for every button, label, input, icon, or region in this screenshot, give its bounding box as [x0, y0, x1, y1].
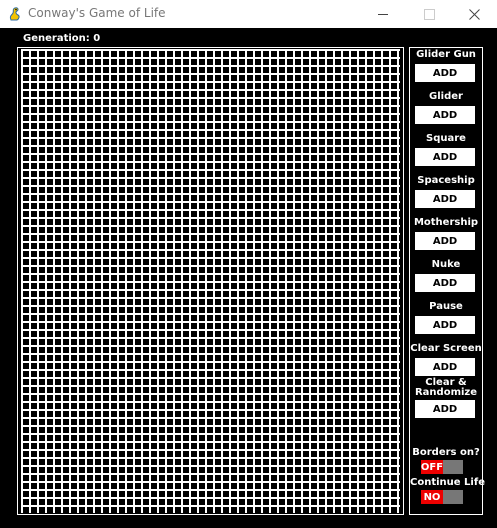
continue-life-toggle[interactable]: NO [421, 490, 463, 504]
borders-toggle[interactable]: OFF [421, 460, 463, 474]
glider-label: Glider [429, 91, 463, 102]
mothership-label: Mothership [413, 217, 479, 228]
grid-frame [17, 47, 404, 515]
control-panel: Glider Gun ADD Glider ADD Square ADD Spa… [409, 47, 485, 515]
add-square-button[interactable]: ADD [415, 148, 475, 166]
add-glider-gun-button[interactable]: ADD [415, 64, 475, 82]
add-nuke-button[interactable]: ADD [415, 274, 475, 292]
add-mothership-button[interactable]: ADD [415, 232, 475, 250]
pause-button[interactable]: ADD [415, 316, 475, 334]
minimize-button[interactable] [360, 0, 406, 28]
generation-counter: Generation: 0 [23, 33, 101, 44]
pause-label: Pause [429, 301, 463, 312]
close-icon [468, 8, 480, 20]
spaceship-label: Spaceship [417, 175, 475, 186]
minimize-icon [378, 13, 388, 15]
close-button[interactable] [451, 0, 497, 28]
borders-toggle-state: OFF [420, 460, 444, 474]
maximize-icon [423, 8, 435, 20]
add-spaceship-button[interactable]: ADD [415, 190, 475, 208]
maximize-button[interactable] [406, 0, 452, 28]
clear-randomize-button[interactable]: ADD [415, 400, 475, 418]
title-bar[interactable]: Conway's Game of Life [0, 0, 497, 28]
add-glider-button[interactable]: ADD [415, 106, 475, 124]
borders-label: Borders on? [412, 447, 480, 458]
cell-grid[interactable] [21, 49, 400, 513]
nuke-label: Nuke [431, 259, 461, 270]
clear-screen-button[interactable]: ADD [415, 358, 475, 376]
clear-screen-label: Clear Screen [410, 343, 482, 354]
game-canvas: Generation: 0 Glider Gun ADD Glider ADD … [0, 28, 497, 528]
pygame-snake-icon [9, 7, 20, 21]
window-title: Conway's Game of Life [28, 6, 166, 20]
glider-gun-label: Glider Gun [416, 49, 476, 60]
continue-life-label: Continue Life [410, 477, 485, 488]
square-label: Square [426, 133, 466, 144]
clear-randomize-label-line2: Randomize [414, 387, 478, 398]
continue-life-toggle-state: NO [421, 490, 443, 504]
